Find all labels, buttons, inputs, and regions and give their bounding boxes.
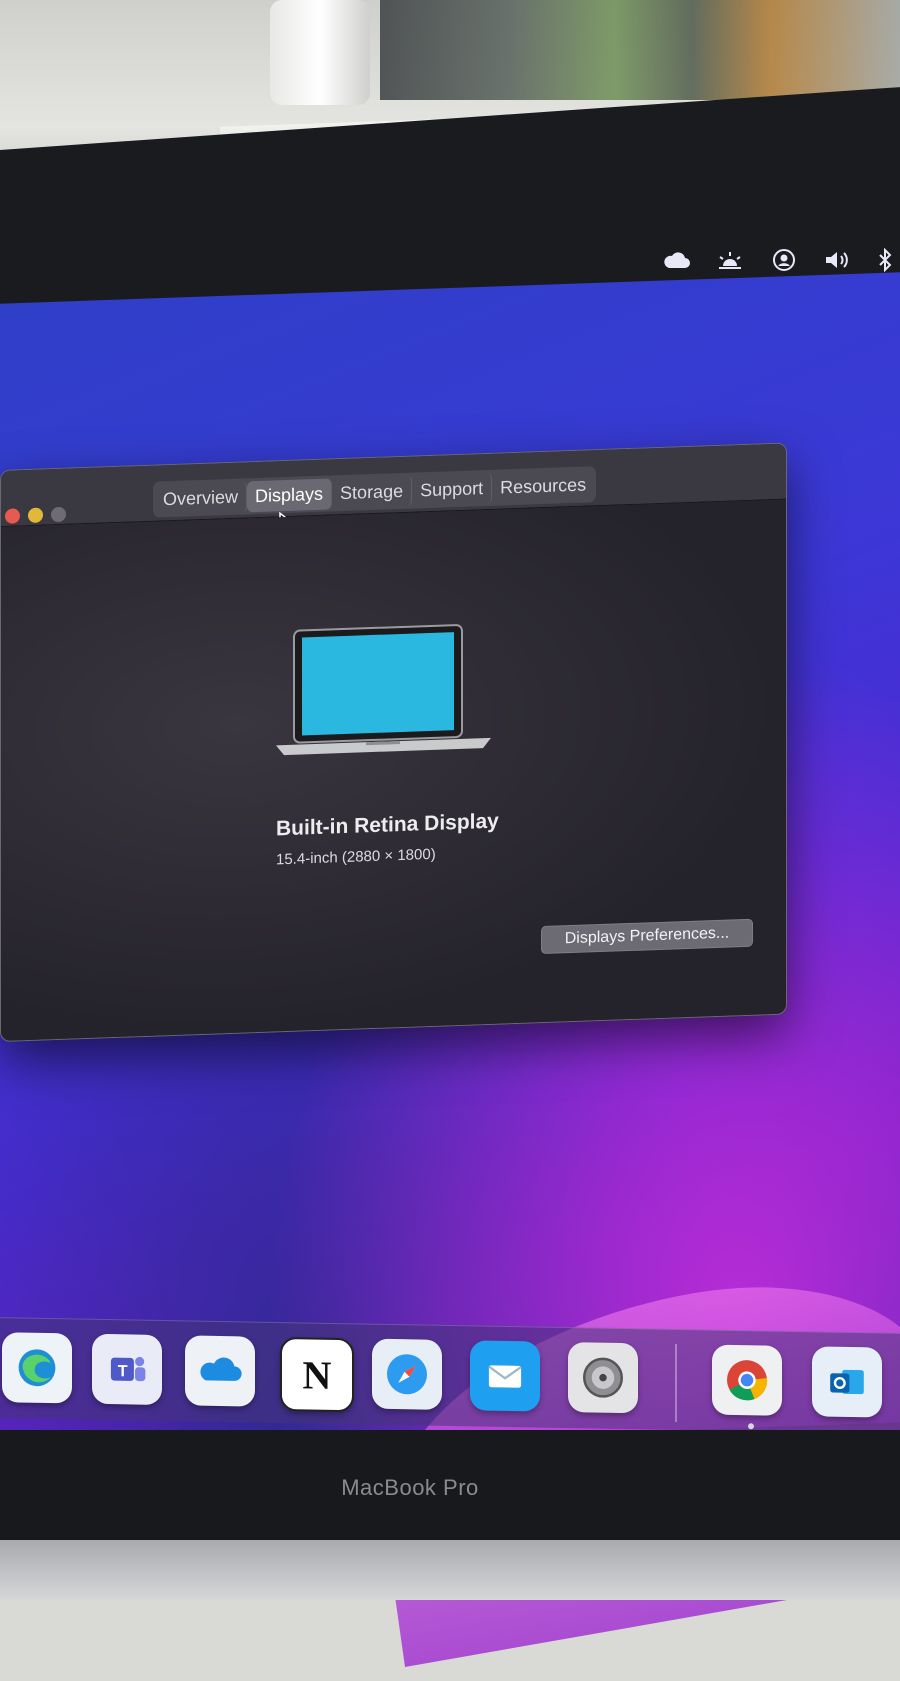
tab-displays[interactable]: Displays: [247, 477, 333, 512]
displays-pane: Built-in Retina Display 15.4-inch (2880 …: [1, 499, 786, 1041]
onedrive-icon[interactable]: [185, 1335, 255, 1407]
user-icon[interactable]: [768, 244, 800, 276]
display-specification: 15.4-inch (2880 × 1800): [276, 845, 436, 869]
menu-bar-status-icons: [660, 240, 900, 280]
dock: T N: [0, 1317, 900, 1434]
minimize-button[interactable]: [28, 507, 43, 524]
tab-storage[interactable]: Storage: [332, 475, 413, 509]
about-this-mac-window: Overview Displays Storage Support Resour…: [0, 442, 787, 1043]
window-controls: [5, 506, 66, 524]
chrome-running-indicator: [748, 1423, 754, 1430]
chrome-icon[interactable]: [712, 1344, 782, 1416]
outlook-icon[interactable]: [812, 1346, 882, 1418]
notion-icon[interactable]: N: [280, 1337, 354, 1413]
background-jar: [270, 0, 370, 105]
background-clutter: [380, 0, 900, 100]
tab-resources[interactable]: Resources: [492, 469, 594, 504]
tab-support[interactable]: Support: [412, 472, 493, 507]
edge-icon[interactable]: [2, 1332, 72, 1404]
brightness-icon[interactable]: [714, 244, 746, 276]
svg-text:T: T: [118, 1362, 128, 1380]
zoom-button[interactable]: [51, 506, 66, 523]
macbook-display-icon: [276, 624, 491, 756]
close-button[interactable]: [5, 508, 20, 524]
displays-preferences-button[interactable]: Displays Preferences...: [541, 918, 753, 955]
dock-separator: [675, 1343, 677, 1422]
tab-overview[interactable]: Overview: [155, 480, 248, 516]
device-label: MacBook Pro: [341, 1475, 479, 1500]
bluetooth-icon[interactable]: [876, 244, 894, 276]
system-preferences-icon[interactable]: [568, 1342, 638, 1414]
icloud-icon[interactable]: [660, 244, 692, 276]
volume-icon[interactable]: [822, 244, 854, 276]
laptop-base: [0, 1540, 900, 1600]
display-name: Built-in Retina Display: [276, 809, 499, 841]
teams-icon[interactable]: T: [92, 1333, 162, 1405]
safari-icon[interactable]: [372, 1338, 442, 1410]
mail-icon[interactable]: [470, 1340, 540, 1412]
